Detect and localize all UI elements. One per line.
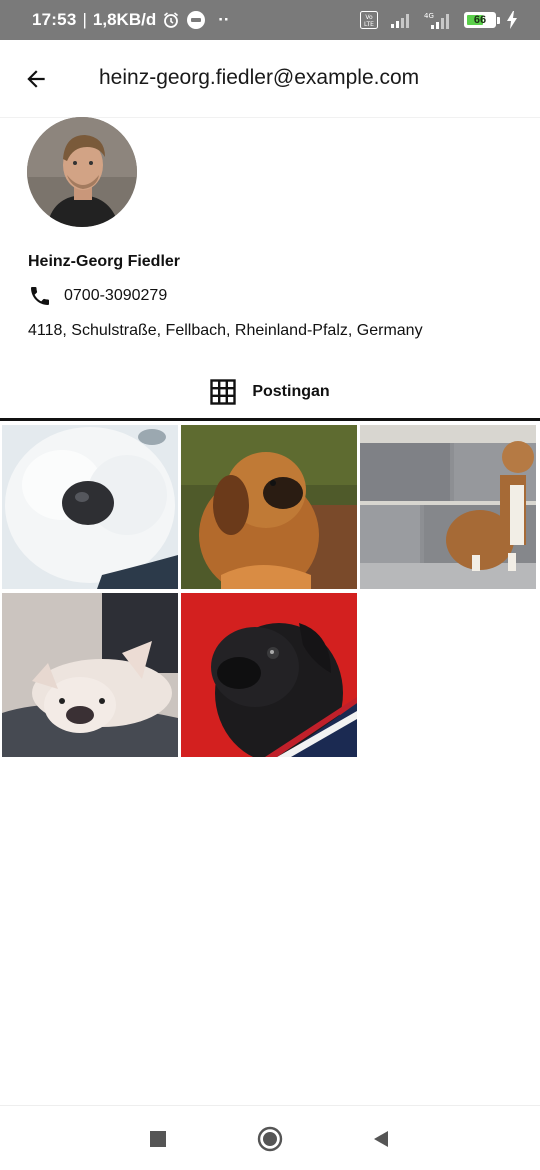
arrow-left-icon [27, 69, 45, 88]
back-button[interactable] [18, 61, 54, 97]
alarm-icon [162, 11, 180, 29]
system-nav-bar [0, 1105, 540, 1170]
post-thumbnail-white-dog[interactable] [2, 425, 178, 589]
charging-icon [506, 11, 518, 29]
phone-row[interactable]: 0700-3090279 [28, 284, 167, 308]
page-title: heinz-georg.fiedler@example.com [99, 66, 420, 89]
post-thumbnail-black-pug[interactable] [181, 593, 357, 757]
battery-icon: 66 [464, 12, 500, 28]
home-circle-icon [257, 1126, 283, 1152]
avatar [27, 117, 137, 227]
volte-icon: Vo LTE [360, 11, 378, 29]
back-nav-button[interactable] [366, 1124, 396, 1154]
back-triangle-icon [374, 1131, 388, 1147]
recents-button[interactable] [143, 1124, 173, 1154]
post-thumbnail-french-bulldog[interactable] [2, 593, 178, 757]
tab-postingan[interactable]: Postingan [0, 365, 540, 421]
messenger-icon [186, 10, 206, 30]
more-notifications-indicator: ·· [218, 10, 230, 29]
home-button[interactable] [255, 1124, 285, 1154]
app-bar: heinz-georg.fiedler@example.com [0, 40, 540, 118]
svg-text:Vo: Vo [365, 14, 373, 21]
network-speed: 1,8KB/d [92, 10, 157, 29]
recents-square-icon [150, 1131, 166, 1147]
phone-number: 0700-3090279 [64, 287, 168, 304]
profile-name: Heinz-Georg Fiedler [28, 253, 181, 270]
signal-icon [390, 12, 412, 28]
address: 4118, Schulstraße, Fellbach, Rheinland-P… [28, 322, 423, 339]
signal-4g-icon: 4G [424, 11, 452, 29]
network-type-label: 4G [424, 12, 434, 20]
battery-level: 66 [473, 14, 487, 26]
tab-label: Postingan [252, 382, 330, 400]
phone-icon [31, 287, 49, 305]
status-separator: | [82, 10, 87, 29]
post-thumbnail-pekingese[interactable] [181, 425, 357, 589]
svg-text:LTE: LTE [364, 21, 374, 28]
status-bar: 17:53 | 1,8KB/d ·· Vo LTE 4G 66 [0, 0, 540, 40]
status-time: 17:53 [32, 10, 77, 29]
grid-icon [210, 378, 237, 405]
post-thumbnail-dog-by-wall[interactable] [360, 425, 536, 589]
